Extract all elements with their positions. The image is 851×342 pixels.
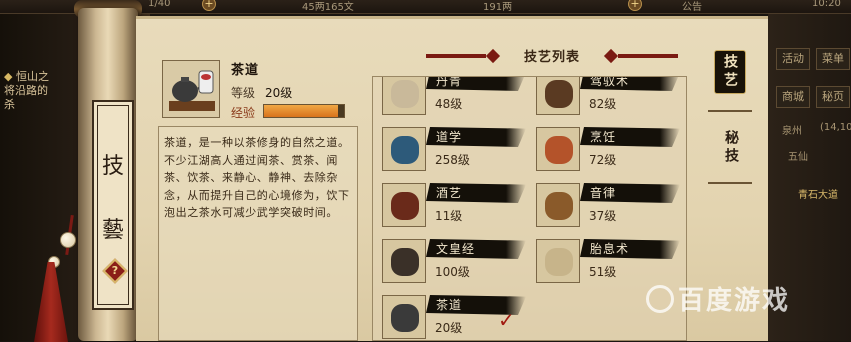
list-title: 技艺列表: [523, 50, 580, 65]
quest-line: 将沿路的: [4, 84, 48, 97]
activity-button[interactable]: 活动: [776, 48, 810, 70]
skill-item-level: 37级: [589, 209, 617, 223]
skill-name: 茶道: [231, 63, 260, 78]
skill-item-level: 20级: [435, 321, 463, 335]
wine-icon: [382, 183, 426, 227]
list-header: 技艺列表: [426, 44, 678, 68]
skill-item-name: 文皇经: [426, 239, 526, 259]
skill-item-name: 道学: [426, 127, 526, 147]
jade-bead: [60, 232, 76, 248]
tab-secret[interactable]: 秘技: [714, 124, 746, 172]
skill-item-level: 48级: [435, 97, 463, 111]
skill-item-name: 驾驭术: [580, 77, 680, 91]
taiji-icon: [382, 127, 426, 171]
area-banner: 青石大道: [798, 190, 838, 201]
tab-divider: [708, 182, 752, 184]
ingot-text: 191两: [483, 2, 513, 13]
shop-button[interactable]: 商城: [776, 86, 810, 108]
teapot-icon: [162, 60, 220, 118]
skill-item[interactable]: 驾驭术 82级: [531, 77, 681, 117]
tab-skills[interactable]: 技艺: [714, 50, 746, 94]
location-coords: (14,10): [820, 122, 851, 133]
skill-item-level: 258级: [435, 153, 470, 167]
exp-bar-fill: [264, 105, 338, 117]
skill-item-level: 11级: [435, 209, 463, 223]
pipa-icon: [536, 183, 580, 227]
level-value: 20级: [265, 86, 293, 100]
add-ingot-icon[interactable]: +: [628, 0, 642, 11]
scroll-char: 藝: [101, 218, 124, 243]
scroll-char: 技: [101, 154, 124, 179]
help-icon[interactable]: ?: [102, 258, 128, 284]
counter-text: 1/40: [148, 0, 171, 9]
skill-item-name: 音律: [580, 183, 680, 203]
quest-line: 杀: [4, 98, 15, 111]
watermark: 百度游戏: [646, 280, 790, 317]
meditation-icon: [536, 239, 580, 283]
teapot-icon: [382, 295, 426, 339]
exp-bar: [263, 104, 345, 118]
menu-button[interactable]: 菜单: [816, 48, 850, 70]
baidu-logo-icon: [646, 284, 674, 313]
skill-item-name: 丹青: [426, 77, 526, 91]
skill-item-level: 51级: [589, 265, 617, 279]
money-text: 45两165文: [302, 2, 354, 13]
skill-item[interactable]: 胎息术 51级: [531, 235, 681, 285]
add-currency-icon[interactable]: +: [202, 0, 216, 11]
book-icon: [382, 239, 426, 283]
painting-icon: [382, 77, 426, 115]
skill-item-level: 100级: [435, 265, 470, 279]
quest-title: 恒山之: [15, 70, 49, 83]
skill-item[interactable]: 烹饪 72级: [531, 123, 681, 173]
skill-item-name: 胎息术: [580, 239, 680, 259]
skill-item-level: 72级: [589, 153, 617, 167]
sub-location: 五仙: [788, 152, 808, 163]
exp-label: 经验: [231, 106, 256, 120]
secret-page-button[interactable]: 秘页: [816, 86, 850, 108]
skill-list[interactable]: 丹青 48级 驾驭术 82级道学 258级 烹饪 72级酒艺 11级 音律 37级文皇经 100级 胎…: [372, 76, 687, 341]
tab-divider: [708, 110, 752, 112]
level-label: 等级: [231, 86, 256, 100]
skill-item[interactable]: 音律 37级: [531, 179, 681, 229]
selected-check-icon: ✓: [498, 308, 515, 332]
announce-button[interactable]: 公告: [682, 0, 702, 13]
skill-item[interactable]: 文皇经 100级: [377, 235, 527, 285]
skill-item-name: 烹饪: [580, 127, 680, 147]
cooking-icon: [536, 127, 580, 171]
scroll-title-panel: 技 藝 ?: [92, 100, 134, 310]
quest-tracker[interactable]: ◆ 恒山之 将沿路的 杀: [4, 70, 49, 112]
skill-item[interactable]: 酒艺 11级: [377, 179, 527, 229]
horse-icon: [536, 77, 580, 115]
skill-item[interactable]: 丹青 48级: [377, 77, 527, 117]
skill-item-level: 82级: [589, 97, 617, 111]
skill-description: 茶道，是一种以茶修身的自然之道。不少江湖高人通过闻茶、赏茶、闻茶、饮茶、来静心、…: [164, 136, 350, 219]
clock-text: 10:20: [812, 0, 841, 9]
skill-item[interactable]: 道学 258级: [377, 123, 527, 173]
location-name: 泉州: [782, 126, 802, 137]
skill-item-name: 酒艺: [426, 183, 526, 203]
